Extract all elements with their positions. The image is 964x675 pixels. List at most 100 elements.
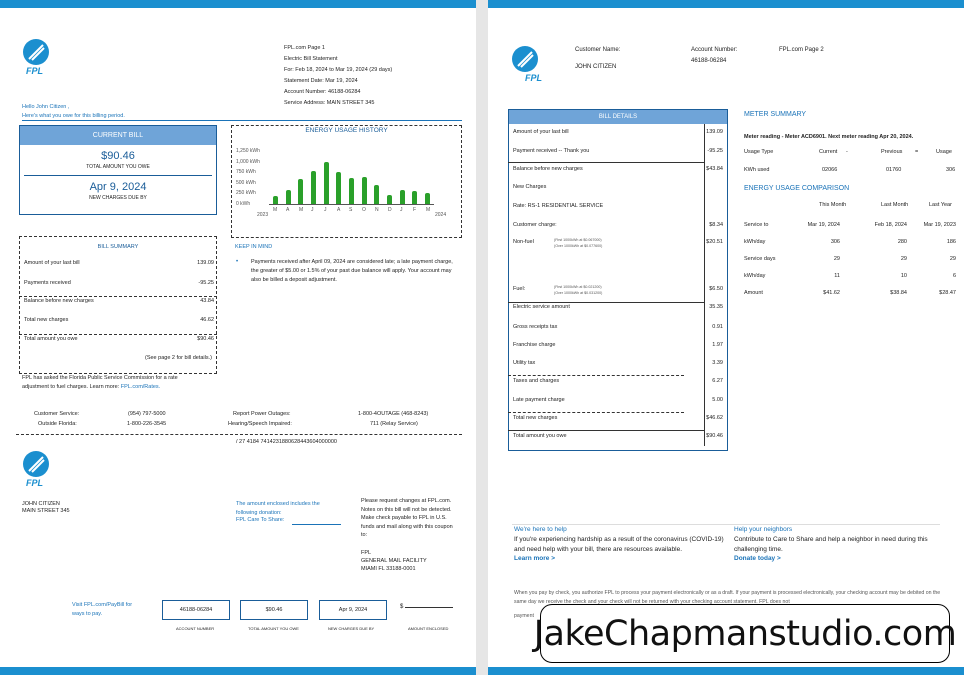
- donate-link[interactable]: Donate today >: [734, 555, 781, 562]
- row-value: 139.09: [197, 260, 214, 266]
- y-tick-label: 0 kWh: [236, 200, 251, 207]
- comparison-header: Last Year: [929, 202, 952, 208]
- x-tick-label: M: [299, 207, 304, 213]
- row-label: Franchise charge: [513, 342, 556, 348]
- detail-row: Utility tax 3.39: [513, 360, 723, 366]
- x-tick-label: A: [337, 207, 341, 213]
- usage-bar: [336, 172, 341, 204]
- divider: [22, 120, 462, 121]
- summary-row: Balance before new charges 43.84: [24, 298, 214, 304]
- comparison-cell: $28.47: [939, 290, 956, 296]
- divider: [512, 524, 940, 525]
- account-number-label: Account Number:: [691, 47, 738, 53]
- top-bar: [488, 0, 964, 8]
- bill-page-1: FPL FPL.com Page 1 Electric Bill Stateme…: [0, 0, 476, 675]
- row-value: $8.34: [709, 222, 723, 228]
- donation-field[interactable]: [292, 524, 341, 525]
- y-tick-label: 1,000 kWh: [236, 158, 260, 165]
- logo-text: FPL: [26, 478, 43, 488]
- bullet-icon: •: [236, 259, 239, 265]
- x-tick-label: J: [324, 207, 327, 213]
- detail-row: Total amount you owe $90.46: [513, 433, 723, 439]
- learn-more-link[interactable]: Learn more >: [514, 555, 555, 562]
- header-line: Account Number: 46188-06284: [284, 89, 361, 95]
- rate-adjustment-note: FPL has asked the Florida Public Service…: [22, 374, 202, 391]
- bill-summary-box: BILL SUMMARY: [19, 236, 217, 374]
- row-value: 1.97: [712, 342, 723, 348]
- divider: [508, 430, 704, 431]
- amount-due-label: TOTAL AMOUNT YOU OWE: [86, 164, 150, 170]
- meter-header: =: [915, 149, 919, 155]
- statement-header: FPL.com Page 1 Electric Bill Statement F…: [284, 43, 392, 109]
- row-label: Gross receipts tax: [513, 324, 558, 330]
- row-label: Balance before new charges: [24, 298, 94, 304]
- box-label: ACCOUNT NUMBER: [176, 626, 215, 631]
- greeting-subtitle: Here's what you owe for this billing per…: [22, 113, 125, 119]
- neighbors-text: Contribute to Care to Share and help a n…: [734, 536, 928, 553]
- meter-cell: 02066: [822, 167, 838, 173]
- bill-summary-title: BILL SUMMARY: [97, 244, 139, 250]
- header-line: Service Address: MAIN STREET 345: [284, 100, 375, 106]
- contact-label: Report Power Outages:: [233, 411, 291, 417]
- row-label: Payments received: [24, 280, 71, 286]
- comparison-cell: kWh/day: [744, 273, 766, 279]
- row-value: 3.39: [712, 360, 723, 366]
- row-value: 5.00: [712, 397, 723, 403]
- contact-phone: 1-800-4OUTAGE (468-8243): [358, 411, 429, 417]
- row-label: Utility tax: [513, 360, 536, 366]
- row-value: 6.27: [712, 378, 723, 384]
- row-value: 139.09: [706, 129, 723, 135]
- page-label: FPL.com Page 2: [779, 47, 824, 53]
- divider: [24, 175, 212, 176]
- summary-row: Total amount you owe $90.46: [24, 336, 214, 342]
- meter-cell: 306: [946, 167, 956, 173]
- comparison-cell: Mar 19, 2023: [923, 222, 956, 228]
- row-label: Non-fuel: [513, 239, 534, 245]
- bottom-bar: [488, 667, 964, 675]
- year-start: 2023: [257, 212, 269, 218]
- row-label: Taxes and charges: [513, 378, 560, 384]
- row-label: Electric service amount: [513, 304, 570, 310]
- rates-link[interactable]: FPL.com/Rates.: [121, 384, 160, 390]
- detail-row: Amount of your last bill 139.09: [513, 129, 723, 135]
- x-tick-label: F: [413, 207, 417, 213]
- detail-row: Late payment charge 5.00: [513, 397, 723, 403]
- row-value: $90.46: [197, 336, 214, 342]
- keep-in-mind-title: KEEP IN MIND: [235, 244, 273, 250]
- x-tick-label: M: [273, 207, 278, 213]
- help-text: If you're experiencing hardship as a res…: [514, 536, 724, 553]
- box-value: $90.46: [265, 607, 283, 613]
- meter-cell: KWh used: [744, 167, 770, 173]
- current-bill-title: CURRENT BILL: [20, 126, 216, 145]
- row-value: 35.35: [709, 304, 723, 310]
- comparison-cell: 29: [949, 256, 956, 262]
- row-label: Customer charge:: [513, 222, 557, 228]
- row-value: $43.84: [706, 166, 723, 172]
- comparison-cell: Service to: [744, 222, 769, 228]
- y-tick-label: 250 kWh: [236, 190, 256, 196]
- detail-row: Payment received -- Thank you -95.25: [513, 148, 723, 154]
- row-label: Total new charges: [24, 317, 69, 323]
- detail-row: Balance before new charges $43.84: [513, 166, 723, 172]
- amount-enclosed-field[interactable]: $: [400, 604, 454, 610]
- box-value: 46188-06284: [179, 607, 213, 613]
- detail-row: Non-fuel $20.51: [513, 239, 723, 245]
- address-line: MIAMI FL 33188-0001: [361, 566, 416, 572]
- meter-reading-note: Meter reading - Meter ACD6901. Next mete…: [744, 134, 914, 140]
- usage-bar: [374, 185, 379, 204]
- contact-phone: 1-800-226-3545: [127, 421, 167, 427]
- comparison-cell: 11: [834, 273, 840, 279]
- pay-online-link[interactable]: Visit FPL.com/PayBill for ways to pay.: [72, 601, 142, 619]
- stub-due-date: Apr 9, 2024: [319, 600, 387, 620]
- row-label: Amount of your last bill: [513, 129, 569, 135]
- usage-bar: [349, 178, 354, 204]
- contact-label: Customer Service:: [34, 411, 80, 417]
- meter-header: Previous: [881, 149, 903, 155]
- divider: [508, 412, 684, 413]
- row-label: Total new charges: [513, 415, 558, 421]
- divider: [19, 296, 217, 297]
- divider: [508, 302, 704, 303]
- row-label: Balance before new charges: [513, 166, 583, 172]
- row-label: New Charges: [513, 184, 547, 190]
- x-tick-label: N: [375, 207, 379, 213]
